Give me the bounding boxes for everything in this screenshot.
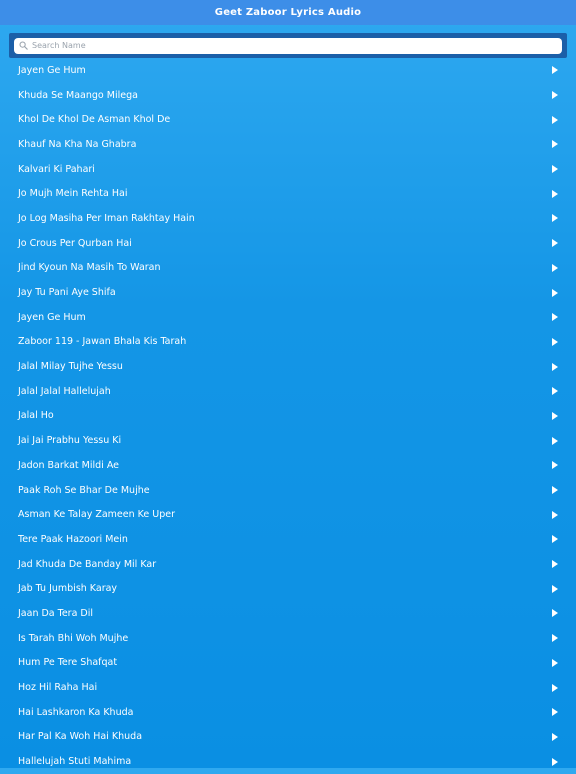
song-list-item[interactable]: Khol De Khol De Asman Khol De <box>0 107 576 132</box>
song-title: Hallelujah Stuti Mahima <box>18 756 132 768</box>
song-list-item[interactable]: Khauf Na Kha Na Ghabra <box>0 132 576 157</box>
song-list-item[interactable]: Jalal Milay Tujhe Yessu <box>0 354 576 379</box>
song-title: Kalvari Ki Pahari <box>18 163 95 175</box>
play-arrow-icon[interactable] <box>552 658 558 667</box>
song-list-item[interactable]: Jad Khuda De Banday Mil Kar <box>0 552 576 577</box>
song-title: Jo Crous Per Qurban Hai <box>18 237 132 249</box>
play-arrow-icon[interactable] <box>552 510 558 519</box>
play-arrow-icon[interactable] <box>552 436 558 445</box>
song-title: Khuda Se Maango Milega <box>18 89 138 101</box>
song-list-item[interactable]: Jayen Ge Hum <box>0 58 576 83</box>
song-title: Paak Roh Se Bhar De Mujhe <box>18 484 150 496</box>
song-list-item[interactable]: Is Tarah Bhi Woh Mujhe <box>0 626 576 651</box>
song-list-item[interactable]: Jay Tu Pani Aye Shifa <box>0 280 576 305</box>
song-title: Jadon Barkat Mildi Ae <box>18 459 119 471</box>
play-arrow-icon[interactable] <box>552 214 558 223</box>
play-arrow-icon[interactable] <box>552 362 558 371</box>
song-title: Hai Lashkaron Ka Khuda <box>18 706 134 718</box>
song-list-item[interactable]: Tere Paak Hazoori Mein <box>0 527 576 552</box>
play-arrow-icon[interactable] <box>552 535 558 544</box>
song-list-item[interactable]: Paak Roh Se Bhar De Mujhe <box>0 478 576 503</box>
search-bar <box>9 33 567 58</box>
play-arrow-icon[interactable] <box>552 165 558 174</box>
play-arrow-icon[interactable] <box>552 66 558 75</box>
song-title: Hum Pe Tere Shafqat <box>18 657 118 669</box>
play-arrow-icon[interactable] <box>552 189 558 198</box>
song-list-item[interactable]: Jo Mujh Mein Rehta Hai <box>0 181 576 206</box>
title-bar: Geet Zaboor Lyrics Audio <box>0 0 576 25</box>
song-title: Jay Tu Pani Aye Shifa <box>18 287 116 299</box>
play-arrow-icon[interactable] <box>552 560 558 569</box>
play-arrow-icon[interactable] <box>552 708 558 717</box>
play-arrow-icon[interactable] <box>552 337 558 346</box>
song-title: Jalal Ho <box>18 410 54 422</box>
song-list-item[interactable]: Zaboor 119 - Jawan Bhala Kis Tarah <box>0 330 576 355</box>
play-arrow-icon[interactable] <box>552 461 558 470</box>
song-list-item[interactable]: Hum Pe Tere Shafqat <box>0 651 576 676</box>
song-list-item[interactable]: Jab Tu Jumbish Karay <box>0 576 576 601</box>
song-title: Jo Log Masiha Per Iman Rakhtay Hain <box>18 212 195 224</box>
play-arrow-icon[interactable] <box>552 263 558 272</box>
search-field[interactable] <box>14 37 562 54</box>
song-title: Jaan Da Tera Dil <box>18 607 94 619</box>
song-title: Har Pal Ka Woh Hai Khuda <box>18 731 143 743</box>
song-list-item[interactable]: Asman Ke Talay Zameen Ke Uper <box>0 502 576 527</box>
song-list-item[interactable]: Jalal Ho <box>0 404 576 429</box>
song-list-item[interactable]: Jo Log Masiha Per Iman Rakhtay Hain <box>0 206 576 231</box>
play-arrow-icon[interactable] <box>552 634 558 643</box>
song-list-item[interactable]: Hai Lashkaron Ka Khuda <box>0 700 576 725</box>
play-arrow-icon[interactable] <box>552 609 558 618</box>
song-title: Jayen Ge Hum <box>18 64 86 76</box>
song-list: Jayen Ge Hum Khuda Se Maango Milega Khol D… <box>0 58 576 774</box>
play-arrow-icon[interactable] <box>552 584 558 593</box>
song-list-item[interactable]: Kalvari Ki Pahari <box>0 157 576 182</box>
song-list-item[interactable]: Jind Kyoun Na Masih To Waran <box>0 256 576 281</box>
song-list-item[interactable]: Khuda Se Maango Milega <box>0 83 576 108</box>
song-title: Jalal Jalal Hallelujah <box>18 385 111 397</box>
song-title: Khauf Na Kha Na Ghabra <box>18 138 137 150</box>
song-title: Jai Jai Prabhu Yessu Ki <box>18 435 122 447</box>
song-title: Jo Mujh Mein Rehta Hai <box>18 188 128 200</box>
play-arrow-icon[interactable] <box>552 115 558 124</box>
song-title: Jab Tu Jumbish Karay <box>18 583 118 595</box>
song-title: Jayen Ge Hum <box>18 311 86 323</box>
play-arrow-icon[interactable] <box>552 732 558 741</box>
song-list-item[interactable]: Hoz Hil Raha Hai <box>0 675 576 700</box>
song-title: Jalal Milay Tujhe Yessu <box>18 361 123 373</box>
play-arrow-icon[interactable] <box>552 411 558 420</box>
song-title: Zaboor 119 - Jawan Bhala Kis Tarah <box>18 336 187 348</box>
play-arrow-icon[interactable] <box>552 486 558 495</box>
song-title: Is Tarah Bhi Woh Mujhe <box>18 632 129 644</box>
play-arrow-icon[interactable] <box>552 387 558 396</box>
search-icon <box>19 41 28 50</box>
song-list-item[interactable]: Har Pal Ka Woh Hai Khuda <box>0 725 576 750</box>
song-list-item[interactable]: Jai Jai Prabhu Yessu Ki <box>0 428 576 453</box>
song-list-item[interactable]: Hallelujah Stuti Mahima <box>0 749 576 774</box>
play-arrow-icon[interactable] <box>552 757 558 766</box>
song-list-item[interactable]: Jaan Da Tera Dil <box>0 601 576 626</box>
play-arrow-icon[interactable] <box>552 683 558 692</box>
play-arrow-icon[interactable] <box>552 91 558 100</box>
song-title: Jad Khuda De Banday Mil Kar <box>18 558 157 570</box>
song-list-item[interactable]: Jadon Barkat Mildi Ae <box>0 453 576 478</box>
song-list-item[interactable]: Jalal Jalal Hallelujah <box>0 379 576 404</box>
play-arrow-icon[interactable] <box>552 239 558 248</box>
song-title: Jind Kyoun Na Masih To Waran <box>18 262 161 274</box>
play-arrow-icon[interactable] <box>552 313 558 322</box>
play-arrow-icon[interactable] <box>552 140 558 149</box>
song-title: Hoz Hil Raha Hai <box>18 682 98 694</box>
song-title: Tere Paak Hazoori Mein <box>18 533 128 545</box>
song-title: Khol De Khol De Asman Khol De <box>18 114 171 126</box>
song-list-item[interactable]: Jayen Ge Hum <box>0 305 576 330</box>
song-list-item[interactable]: Jo Crous Per Qurban Hai <box>0 231 576 256</box>
app-title: Geet Zaboor Lyrics Audio <box>214 7 362 18</box>
song-title: Asman Ke Talay Zameen Ke Uper <box>18 509 176 521</box>
play-arrow-icon[interactable] <box>552 288 558 297</box>
search-input[interactable] <box>32 41 532 50</box>
